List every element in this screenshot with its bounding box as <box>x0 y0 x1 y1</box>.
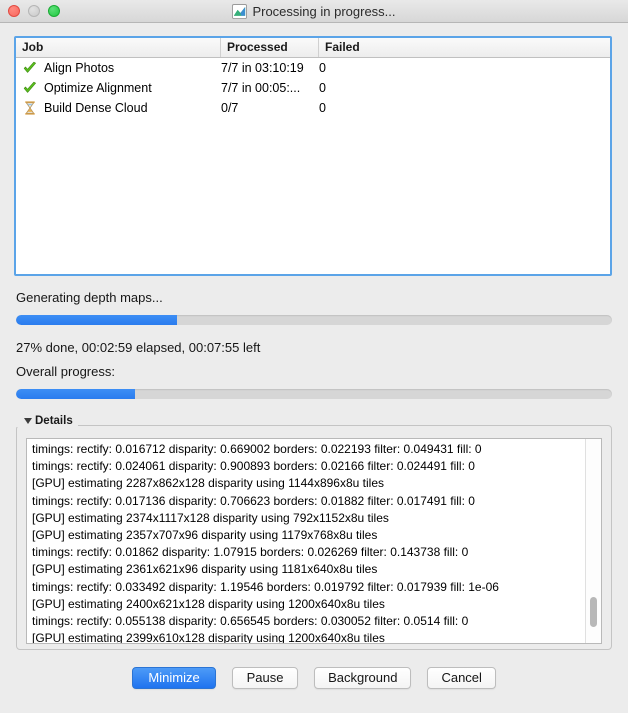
metashape-logo-icon <box>232 3 248 19</box>
overall-progress-fill <box>16 389 136 399</box>
jobs-table-header: Job Processed Failed <box>16 38 610 58</box>
log-line: [GPU] estimating 2287x862x128 disparity … <box>32 476 384 491</box>
window-titlebar: Processing in progress... <box>0 0 628 23</box>
job-name: Align Photos <box>44 61 115 75</box>
column-header-job[interactable]: Job <box>16 38 221 57</box>
hourglass-icon <box>25 101 35 115</box>
log-line: timings: rectify: 0.017136 disparity: 0.… <box>32 493 475 508</box>
current-progress-bar <box>16 315 612 325</box>
minimize-button[interactable]: Minimize <box>132 667 217 689</box>
log-line: timings: rectify: 0.01862 disparity: 1.0… <box>32 545 469 560</box>
column-header-failed[interactable]: Failed <box>319 38 610 57</box>
green-check-icon <box>23 81 36 93</box>
details-log-panel[interactable]: timings: rectify: 0.016712 disparity: 0.… <box>26 438 602 644</box>
job-name: Optimize Alignment <box>44 81 152 95</box>
zoom-window-button[interactable] <box>48 5 60 17</box>
log-line: timings: rectify: 0.024061 disparity: 0.… <box>32 459 475 474</box>
pause-button[interactable]: Pause <box>232 667 299 689</box>
green-check-icon <box>23 61 36 73</box>
window-title: Processing in progress... <box>252 3 396 19</box>
log-line: [GPU] estimating 2361x621x96 disparity u… <box>32 562 378 577</box>
window-title-group: Processing in progress... <box>0 3 628 19</box>
jobs-table[interactable]: Job Processed Failed Align Photos 7/7 in… <box>14 36 612 276</box>
jobs-table-body: Align Photos 7/7 in 03:10:19 0 Optimize … <box>16 58 610 118</box>
details-label: Details <box>35 415 73 427</box>
log-line: [GPU] estimating 2374x1117x128 disparity… <box>32 510 389 525</box>
log-line: timings: rectify: 0.016712 disparity: 0.… <box>32 442 482 456</box>
table-row[interactable]: Align Photos 7/7 in 03:10:19 0 <box>16 58 610 78</box>
minimize-window-button[interactable] <box>28 5 40 17</box>
job-name: Build Dense Cloud <box>44 101 148 115</box>
cell-processed: 0/7 <box>221 101 239 115</box>
log-line: [GPU] estimating 2399x610x128 disparity … <box>32 631 385 643</box>
log-line: timings: rectify: 0.033492 disparity: 1.… <box>32 579 499 594</box>
log-line: [GPU] estimating 2400x621x128 disparity … <box>32 596 385 611</box>
cell-failed: 0 <box>319 101 326 115</box>
cell-failed: 0 <box>319 61 326 75</box>
cell-job: Optimize Alignment <box>16 78 221 98</box>
log-scrollbar[interactable] <box>585 439 601 643</box>
cell-failed: 0 <box>319 81 326 95</box>
current-progress-fill <box>16 315 177 325</box>
details-disclosure-toggle[interactable]: Details <box>16 415 78 427</box>
cell-processed: 7/7 in 03:10:19 <box>221 61 304 75</box>
column-header-processed[interactable]: Processed <box>221 38 319 57</box>
dialog-button-bar: Minimize Pause Background Cancel <box>0 667 628 689</box>
current-status-label: Generating depth maps... <box>16 290 163 305</box>
progress-status-text: 27% done, 00:02:59 elapsed, 00:07:55 lef… <box>16 340 261 355</box>
overall-progress-bar <box>16 389 612 399</box>
table-row[interactable]: Build Dense Cloud 0/7 0 <box>16 98 610 118</box>
close-window-button[interactable] <box>8 5 20 17</box>
cell-job: Align Photos <box>16 58 221 78</box>
log-line-list: timings: rectify: 0.016712 disparity: 0.… <box>27 439 585 643</box>
cell-processed: 7/7 in 00:05:... <box>221 81 301 95</box>
overall-progress-label: Overall progress: <box>16 364 115 379</box>
background-button[interactable]: Background <box>314 667 412 689</box>
log-line: timings: rectify: 0.055138 disparity: 0.… <box>32 613 469 628</box>
cell-job: Build Dense Cloud <box>16 98 221 118</box>
traffic-light-group <box>8 5 60 17</box>
table-row[interactable]: Optimize Alignment 7/7 in 00:05:... 0 <box>16 78 610 98</box>
cancel-button[interactable]: Cancel <box>427 667 496 689</box>
log-scrollbar-thumb[interactable] <box>590 597 597 627</box>
chevron-down-icon <box>24 418 32 424</box>
log-line: [GPU] estimating 2357x707x96 disparity u… <box>32 527 378 542</box>
